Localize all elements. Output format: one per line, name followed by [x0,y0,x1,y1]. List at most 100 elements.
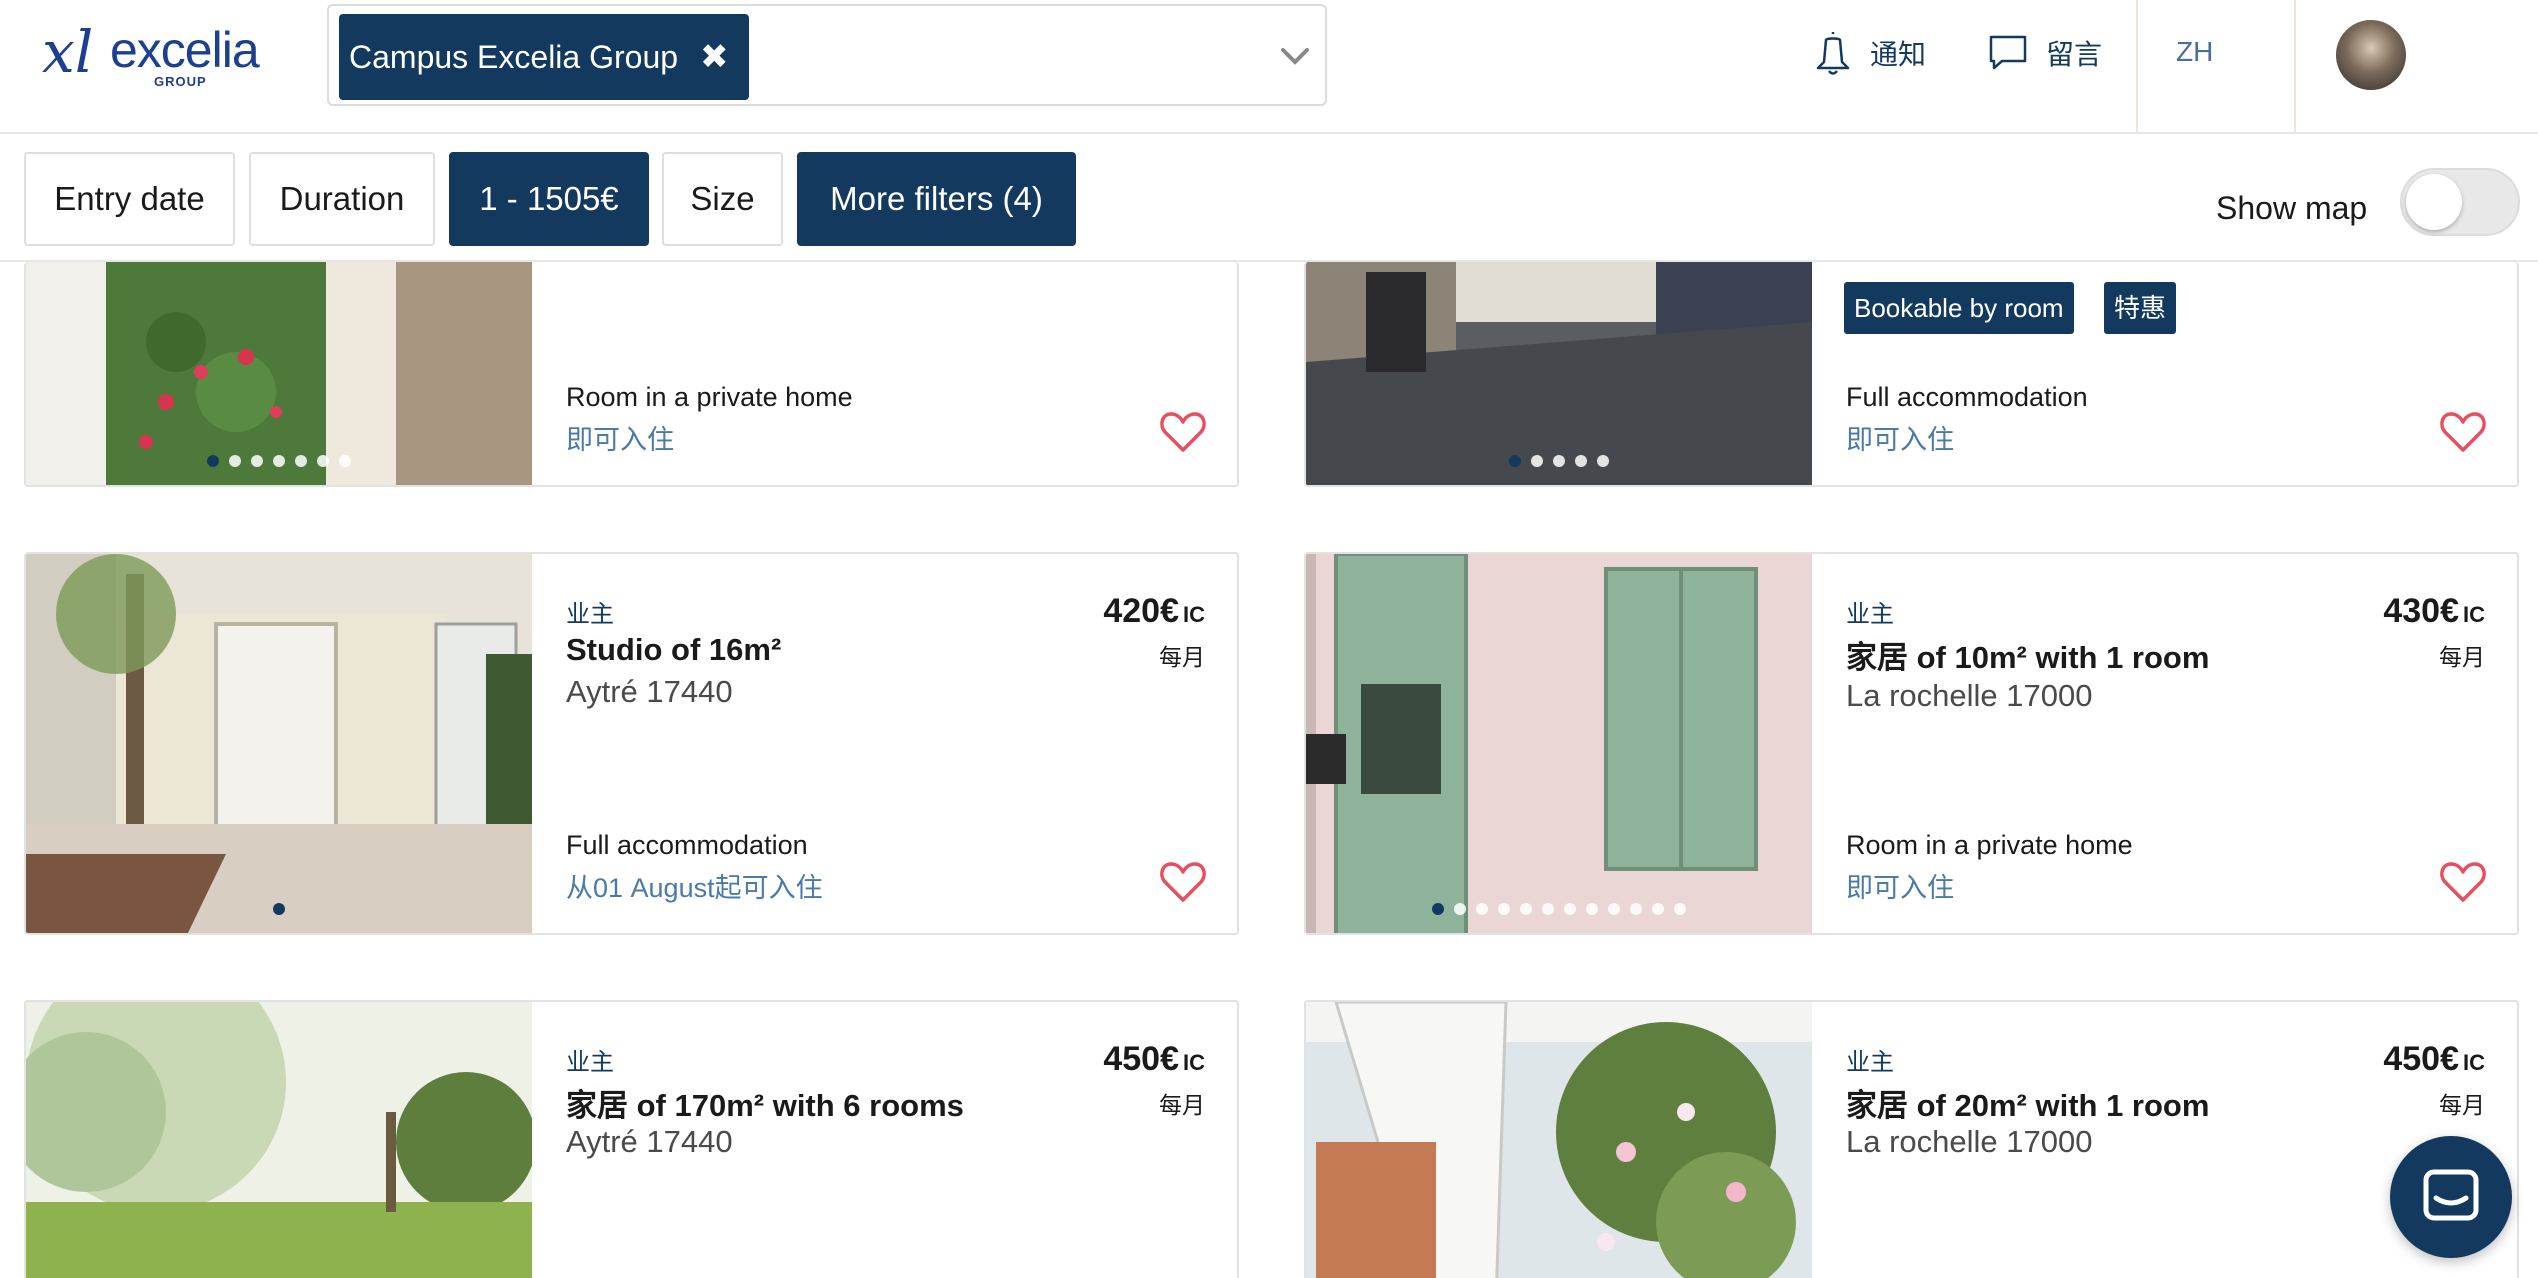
campus-select[interactable]: Campus Excelia Group ✖ [327,4,1327,106]
price-value: 450€ [1103,1040,1179,1078]
photo-illustration [26,262,532,485]
photo-illustration [26,554,532,933]
show-map-toggle[interactable] [2400,168,2520,236]
price-value: 420€ [1103,592,1179,630]
nav-divider [2294,0,2296,134]
nav-notifications-label: 通知 [1870,39,1927,70]
listing-price: 450€ IC [2383,1040,2485,1079]
price-value: 430€ [2383,592,2459,630]
price-period: 每月 [1159,644,1205,670]
dot-2 [229,455,241,467]
listing-photo[interactable] [26,1002,532,1278]
chevron-down-icon[interactable] [1275,36,1315,76]
photo-illustration [1306,1002,1812,1278]
badge-special-offer: 特惠 [2104,282,2177,334]
show-map-label: Show map [2216,190,2368,226]
listing-photo[interactable] [1306,554,1812,933]
listing-city: Aytré 17440 [566,1124,733,1159]
excelia-logo[interactable]: xl excelia GROUP [42,22,272,90]
listing-card[interactable]: Bookable by room 特惠 Full accommodation 即… [1304,262,2519,487]
listing-price: 450€ IC [1103,1040,1205,1079]
photo-pagination[interactable] [1306,903,1812,915]
remove-tag-icon[interactable]: ✖ [700,14,729,100]
price-value: 450€ [2383,1040,2459,1078]
chat-bubble-icon [1989,35,2027,70]
listing-type: Room in a private home [1846,830,2133,860]
dot-3 [251,455,263,467]
language-switcher[interactable]: ZH [2176,36,2213,68]
listing-photo[interactable] [26,262,532,485]
nav-notifications[interactable]: 通知 [1814,28,1926,78]
listing-availability: 即可入住 [566,425,674,455]
filter-entry-date[interactable]: Entry date [24,152,235,246]
photo-pagination[interactable] [1306,455,1812,467]
listing-title[interactable]: 家居 of 170m² with 6 rooms [566,1080,964,1125]
heart-icon[interactable] [1159,410,1207,454]
photo-pagination[interactable] [26,455,532,467]
top-header: xl excelia GROUP Campus Excelia Group ✖ … [0,0,2538,134]
heart-icon[interactable] [2439,860,2487,904]
chat-widget-button[interactable] [2390,1136,2512,1258]
logo-mark: xl [42,18,94,86]
toggle-knob [2406,174,2462,230]
listing-city: La rochelle 17000 [1846,1124,2093,1159]
filter-more[interactable]: More filters (4) [797,152,1076,246]
listing-owner: 业主 [1846,1049,1894,1076]
listing-city: Aytré 17440 [566,674,733,709]
nav-divider [2136,0,2138,134]
dot-4 [273,455,285,467]
listing-photo[interactable] [1306,1002,1812,1278]
logo-brand: excelia [110,22,260,78]
listing-title[interactable]: Studio of 16m² [566,632,781,668]
listing-photo[interactable] [26,554,532,933]
heart-icon[interactable] [2439,410,2487,454]
heart-icon[interactable] [1159,860,1207,904]
nav-messages-label: 留言 [2046,39,2103,70]
listing-price: 420€ IC [1103,592,1205,631]
dot-1 [207,455,219,467]
listing-owner: 业主 [1846,601,1894,628]
listing-type: Room in a private home [566,382,853,412]
listing-owner: 业主 [566,601,614,628]
nav-messages[interactable]: 留言 [1988,28,2102,78]
photo-pagination[interactable] [26,903,532,915]
price-suffix: IC [1183,602,1205,627]
badge-bookable-by-room: Bookable by room [1844,282,2074,334]
listing-card[interactable]: 业主 家居 of 20m² with 1 room La rochelle 17… [1304,1000,2519,1278]
listing-title[interactable]: 家居 of 20m² with 1 room [1846,1080,2209,1125]
listing-city: La rochelle 17000 [1846,678,2093,713]
photo-illustration [26,1002,532,1278]
price-suffix: IC [2463,602,2485,627]
filter-size[interactable]: Size [662,152,783,246]
listing-card[interactable]: 业主 家居 of 10m² with 1 room La rochelle 17… [1304,552,2519,935]
photo-illustration [1306,554,1812,933]
bell-icon [1816,32,1850,75]
price-period: 每月 [1159,1092,1205,1118]
user-avatar[interactable] [2336,20,2406,90]
listing-title[interactable]: 家居 of 10m² with 1 room [1846,632,2209,677]
listing-photo[interactable] [1306,262,1812,485]
listing-price: 430€ IC [2383,592,2485,631]
price-period: 每月 [2439,1092,2485,1118]
listing-availability: 即可入住 [1846,425,1954,455]
listing-owner: 业主 [566,1049,614,1076]
listing-type: Full accommodation [566,830,808,860]
filter-duration[interactable]: Duration [249,152,435,246]
listing-card[interactable]: 业主 家居 of 170m² with 6 rooms Aytré 17440 … [24,1000,1239,1278]
price-suffix: IC [1183,1050,1205,1075]
dot-7 [339,455,351,467]
price-period: 每月 [2439,644,2485,670]
campus-tag: Campus Excelia Group ✖ [339,14,749,100]
filter-price[interactable]: 1 - 1505€ [449,152,649,246]
dot-5 [295,455,307,467]
listing-availability: 从01 August起可入住 [566,873,823,903]
listing-availability: 即可入住 [1846,873,1954,903]
messenger-icon [2423,1169,2479,1221]
photo-illustration [1306,262,1812,485]
price-suffix: IC [2463,1050,2485,1075]
filter-bar: Entry date Duration 1 - 1505€ Size More … [0,134,2538,262]
listing-type: Full accommodation [1846,382,2088,412]
dot-6 [317,455,329,467]
listing-card[interactable]: Room in a private home 即可入住 [24,262,1239,487]
listing-card[interactable]: 业主 Studio of 16m² Aytré 17440 420€ IC 每月 … [24,552,1239,935]
